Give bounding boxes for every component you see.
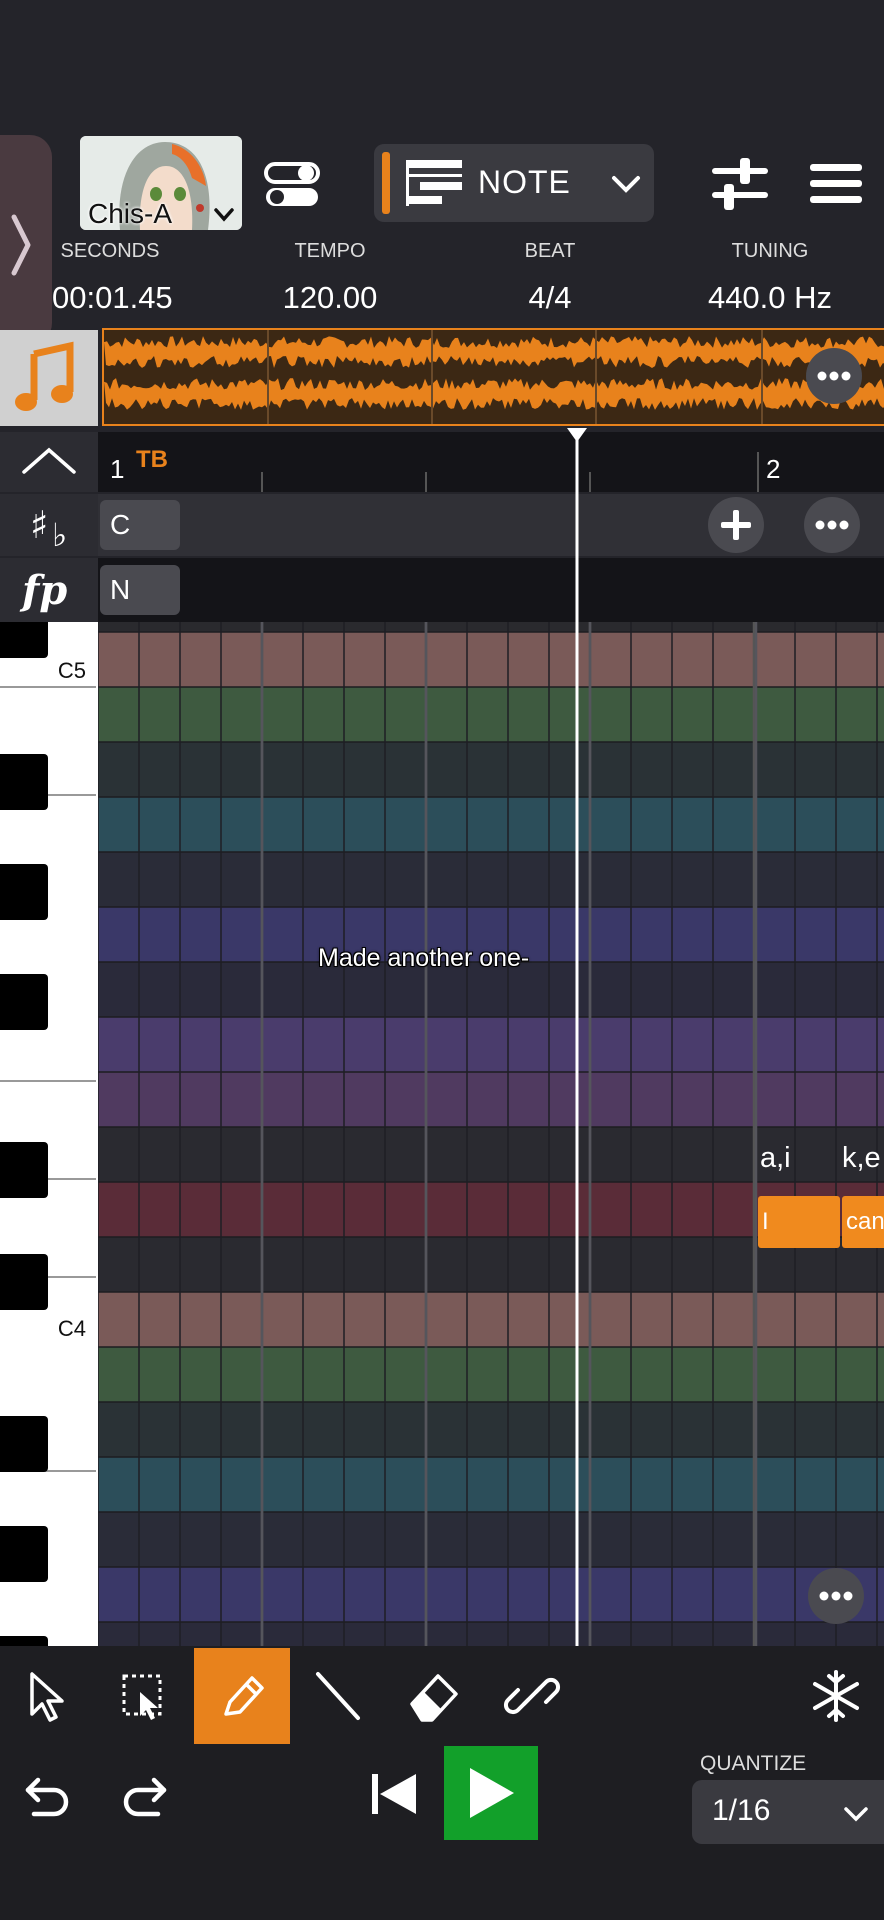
eraser-icon xyxy=(410,1674,458,1722)
tempo-value[interactable]: 120.00 xyxy=(250,280,410,316)
mode-label: NOTE xyxy=(478,164,571,200)
line-icon xyxy=(316,1672,360,1720)
note-block[interactable]: I xyxy=(758,1196,840,1248)
sharp-flat-icon: ♯ ♭ xyxy=(30,503,67,554)
play-button[interactable] xyxy=(444,1746,538,1840)
mode-accent-bar xyxy=(382,152,390,214)
bar-number-1: 1 xyxy=(110,454,125,484)
piano-black-key[interactable] xyxy=(0,1142,48,1198)
toggle-icon[interactable] xyxy=(262,160,322,210)
piano-black-key[interactable] xyxy=(0,1416,48,1472)
eraser-tool-button[interactable] xyxy=(386,1648,482,1744)
box-select-icon xyxy=(122,1674,162,1720)
quantize-label: QUANTIZE xyxy=(700,1752,807,1775)
piano-black-key[interactable] xyxy=(0,974,48,1030)
audio-waveform[interactable] xyxy=(102,328,884,426)
subtitle-caption: Made another one- xyxy=(318,944,530,972)
more-icon xyxy=(819,1591,853,1601)
pencil-icon xyxy=(224,1676,264,1716)
quantize-value: 1/16 xyxy=(712,1794,771,1827)
beat-value[interactable]: 4/4 xyxy=(470,280,630,316)
piano-black-key[interactable] xyxy=(0,622,48,658)
octave-label-c4: C4 xyxy=(57,1316,86,1341)
play-icon xyxy=(470,1768,514,1818)
beat-label: BEAT xyxy=(524,240,576,262)
redo-icon xyxy=(123,1777,167,1817)
svg-text:♯: ♯ xyxy=(30,503,48,547)
plus-icon xyxy=(721,510,751,540)
undo-button[interactable] xyxy=(0,1746,96,1842)
select-tool-button[interactable] xyxy=(0,1648,96,1744)
chevron-down-icon xyxy=(844,1807,868,1822)
redo-button[interactable] xyxy=(96,1746,192,1842)
mixer-icon[interactable] xyxy=(710,158,770,210)
mode-select[interactable]: NOTE xyxy=(374,144,654,222)
box-select-tool-button[interactable] xyxy=(96,1648,192,1744)
piano-keyboard[interactable]: C5 C4 xyxy=(0,622,98,1646)
snowflake-icon xyxy=(813,1670,859,1722)
more-icon xyxy=(817,371,851,381)
audio-track-button[interactable] xyxy=(0,330,98,426)
more-icon xyxy=(815,520,849,530)
piano-black-key[interactable] xyxy=(0,754,48,810)
tempo-label: TEMPO xyxy=(294,240,366,262)
tuning-label: TUNING xyxy=(731,240,809,262)
cursor-arrow-icon xyxy=(30,1672,64,1722)
undo-icon xyxy=(25,1777,69,1817)
chevron-down-icon xyxy=(214,208,234,222)
piano-roll-grid[interactable]: a,i k,e I can xyxy=(98,622,884,1646)
unlink-icon xyxy=(503,1677,561,1715)
freeze-button[interactable] xyxy=(788,1648,884,1744)
dynamics-track[interactable]: N xyxy=(98,558,884,622)
skip-back-icon xyxy=(372,1774,416,1814)
piano-black-key[interactable] xyxy=(0,1636,48,1646)
dynamics-icon: fp xyxy=(19,567,67,614)
rewind-button[interactable] xyxy=(346,1746,442,1842)
tempo-beat-marker[interactable]: TB xyxy=(136,446,168,474)
key-track-button[interactable]: ♯ ♭ xyxy=(0,494,98,556)
bar-number-2: 2 xyxy=(766,454,781,484)
add-key-button[interactable] xyxy=(708,497,764,553)
waveform-more-button[interactable] xyxy=(806,348,862,404)
key-more-button[interactable] xyxy=(804,497,860,553)
music-note-icon xyxy=(15,341,74,411)
line-tool-button[interactable] xyxy=(290,1648,386,1744)
note-block[interactable]: can xyxy=(842,1196,884,1248)
octave-label-c5: C5 xyxy=(57,658,86,683)
dynamics-track-button[interactable]: fp xyxy=(0,558,98,622)
collapse-button[interactable] xyxy=(0,432,98,492)
svg-text:♭: ♭ xyxy=(52,516,67,554)
pen-tool-button[interactable] xyxy=(194,1648,290,1744)
note-mode-icon xyxy=(406,160,462,206)
seconds-value: 00:01.45 xyxy=(52,280,173,315)
svg-text:fp: fp xyxy=(19,567,67,614)
note-phoneme: k,e xyxy=(842,1142,881,1174)
dynamics-chip[interactable]: N xyxy=(100,565,180,615)
link-tool-button[interactable] xyxy=(484,1648,580,1744)
tuning-value[interactable]: 440.0 Hz xyxy=(680,280,860,316)
waveform-graphic xyxy=(104,330,884,424)
piano-black-key[interactable] xyxy=(0,864,48,920)
grid-graphic xyxy=(98,622,884,1646)
singer-selector[interactable]: Chis-A xyxy=(80,136,242,230)
timeline-ruler[interactable]: 1 TB 2 xyxy=(98,432,884,492)
note-phoneme: a,i xyxy=(760,1142,791,1174)
singer-name: Chis-A xyxy=(88,198,173,229)
menu-icon[interactable] xyxy=(808,162,864,206)
piano-black-key[interactable] xyxy=(0,1526,48,1582)
playhead[interactable] xyxy=(564,426,590,1648)
piano-black-key[interactable] xyxy=(0,1254,48,1310)
quantize-select[interactable]: 1/16 xyxy=(692,1780,884,1844)
seconds-label: SECONDS xyxy=(60,240,160,262)
key-track[interactable]: C xyxy=(98,494,884,556)
roll-more-button[interactable] xyxy=(808,1568,864,1624)
chevron-up-icon xyxy=(22,447,76,474)
key-chip[interactable]: C xyxy=(100,500,180,550)
chevron-down-icon xyxy=(612,176,640,193)
